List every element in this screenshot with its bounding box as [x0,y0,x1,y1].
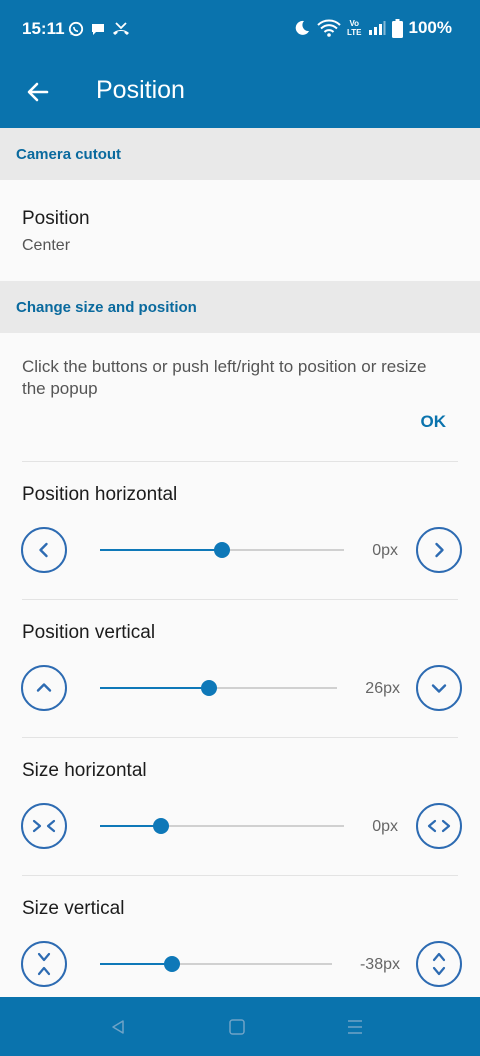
section-header-change-size: Change size and position [0,281,480,333]
whatsapp-icon [68,21,84,37]
expand-horizontal-icon [427,819,451,833]
missed-call-icon [113,22,129,35]
slider-thumb[interactable] [163,956,180,972]
divider [22,599,458,600]
expand-vertical-icon [432,952,446,976]
section-header-camera-cutout: Camera cutout [0,128,480,180]
nav-home-button[interactable] [225,1015,249,1039]
slider-title-position-horizontal: Position horizontal [22,484,178,505]
slider-title-size-vertical: Size vertical [22,898,125,919]
volte-icon: Vo LTE [347,19,362,37]
slider-value: -38px [359,956,400,973]
shrink-horizontal-icon [32,819,56,833]
notification-icons [68,19,130,39]
slider-fill [100,825,161,827]
position-down-button[interactable] [416,665,462,711]
slider-fill [100,963,172,965]
divider [22,461,458,462]
home-square-icon [229,1019,245,1035]
position-up-button[interactable] [21,665,67,711]
chevron-up-icon [36,683,52,692]
back-button[interactable] [20,74,56,110]
wifi-icon [317,19,341,37]
status-bar: 15:11 Vo LTE 100% [0,0,480,56]
slider-value: 0px [372,542,398,559]
volte-top-label: Vo [349,19,360,28]
ok-button[interactable]: OK [421,412,447,432]
signal-icon [368,21,386,35]
system-status-icons: Vo LTE 100% [293,17,452,39]
chevron-left-icon [39,542,48,558]
position-preference-title: Position [22,208,90,229]
section-title: Camera cutout [16,146,122,163]
size-horizontal-increase-button[interactable] [416,803,462,849]
size-vertical-slider[interactable] [100,956,332,972]
size-horizontal-decrease-button[interactable] [21,803,67,849]
battery-icon [391,18,403,38]
divider [22,875,458,876]
slider-fill [100,549,222,551]
chat-icon [92,24,104,35]
slider-thumb[interactable] [201,680,218,696]
position-right-button[interactable] [416,527,462,573]
slider-value: 26px [365,680,400,697]
section-title: Change size and position [16,299,197,316]
divider [22,737,458,738]
instructions-text: Click the buttons or push left/right to … [22,357,427,398]
app-bar: Position [0,56,480,128]
nav-back-button[interactable] [106,1015,130,1039]
position-preference[interactable]: Position Center [0,180,480,280]
size-vertical-increase-button[interactable] [416,941,462,987]
moon-icon [295,20,309,35]
nav-recents-button[interactable] [343,1015,367,1039]
slider-title-size-horizontal: Size horizontal [22,760,147,781]
chevron-right-icon [435,542,444,558]
page-title: Position [96,76,185,104]
back-triangle-icon [112,1020,124,1034]
position-preference-summary: Center [22,237,71,254]
size-horizontal-slider[interactable] [100,818,344,834]
navigation-bar [0,997,480,1056]
volte-bottom-label: LTE [347,28,362,37]
shrink-vertical-icon [37,952,51,976]
position-horizontal-slider[interactable] [100,542,344,558]
arrow-left-icon [27,82,49,102]
chevron-down-icon [431,684,447,693]
status-time: 15:11 [22,19,65,38]
slider-thumb[interactable] [153,818,169,834]
slider-fill [100,687,210,689]
battery-percentage: 100% [408,18,452,37]
size-vertical-decrease-button[interactable] [21,941,67,987]
slider-value: 0px [372,818,398,835]
recents-menu-icon [348,1020,362,1034]
position-vertical-slider[interactable] [100,680,337,696]
position-left-button[interactable] [21,527,67,573]
slider-title-position-vertical: Position vertical [22,622,156,643]
slider-thumb[interactable] [214,542,230,558]
